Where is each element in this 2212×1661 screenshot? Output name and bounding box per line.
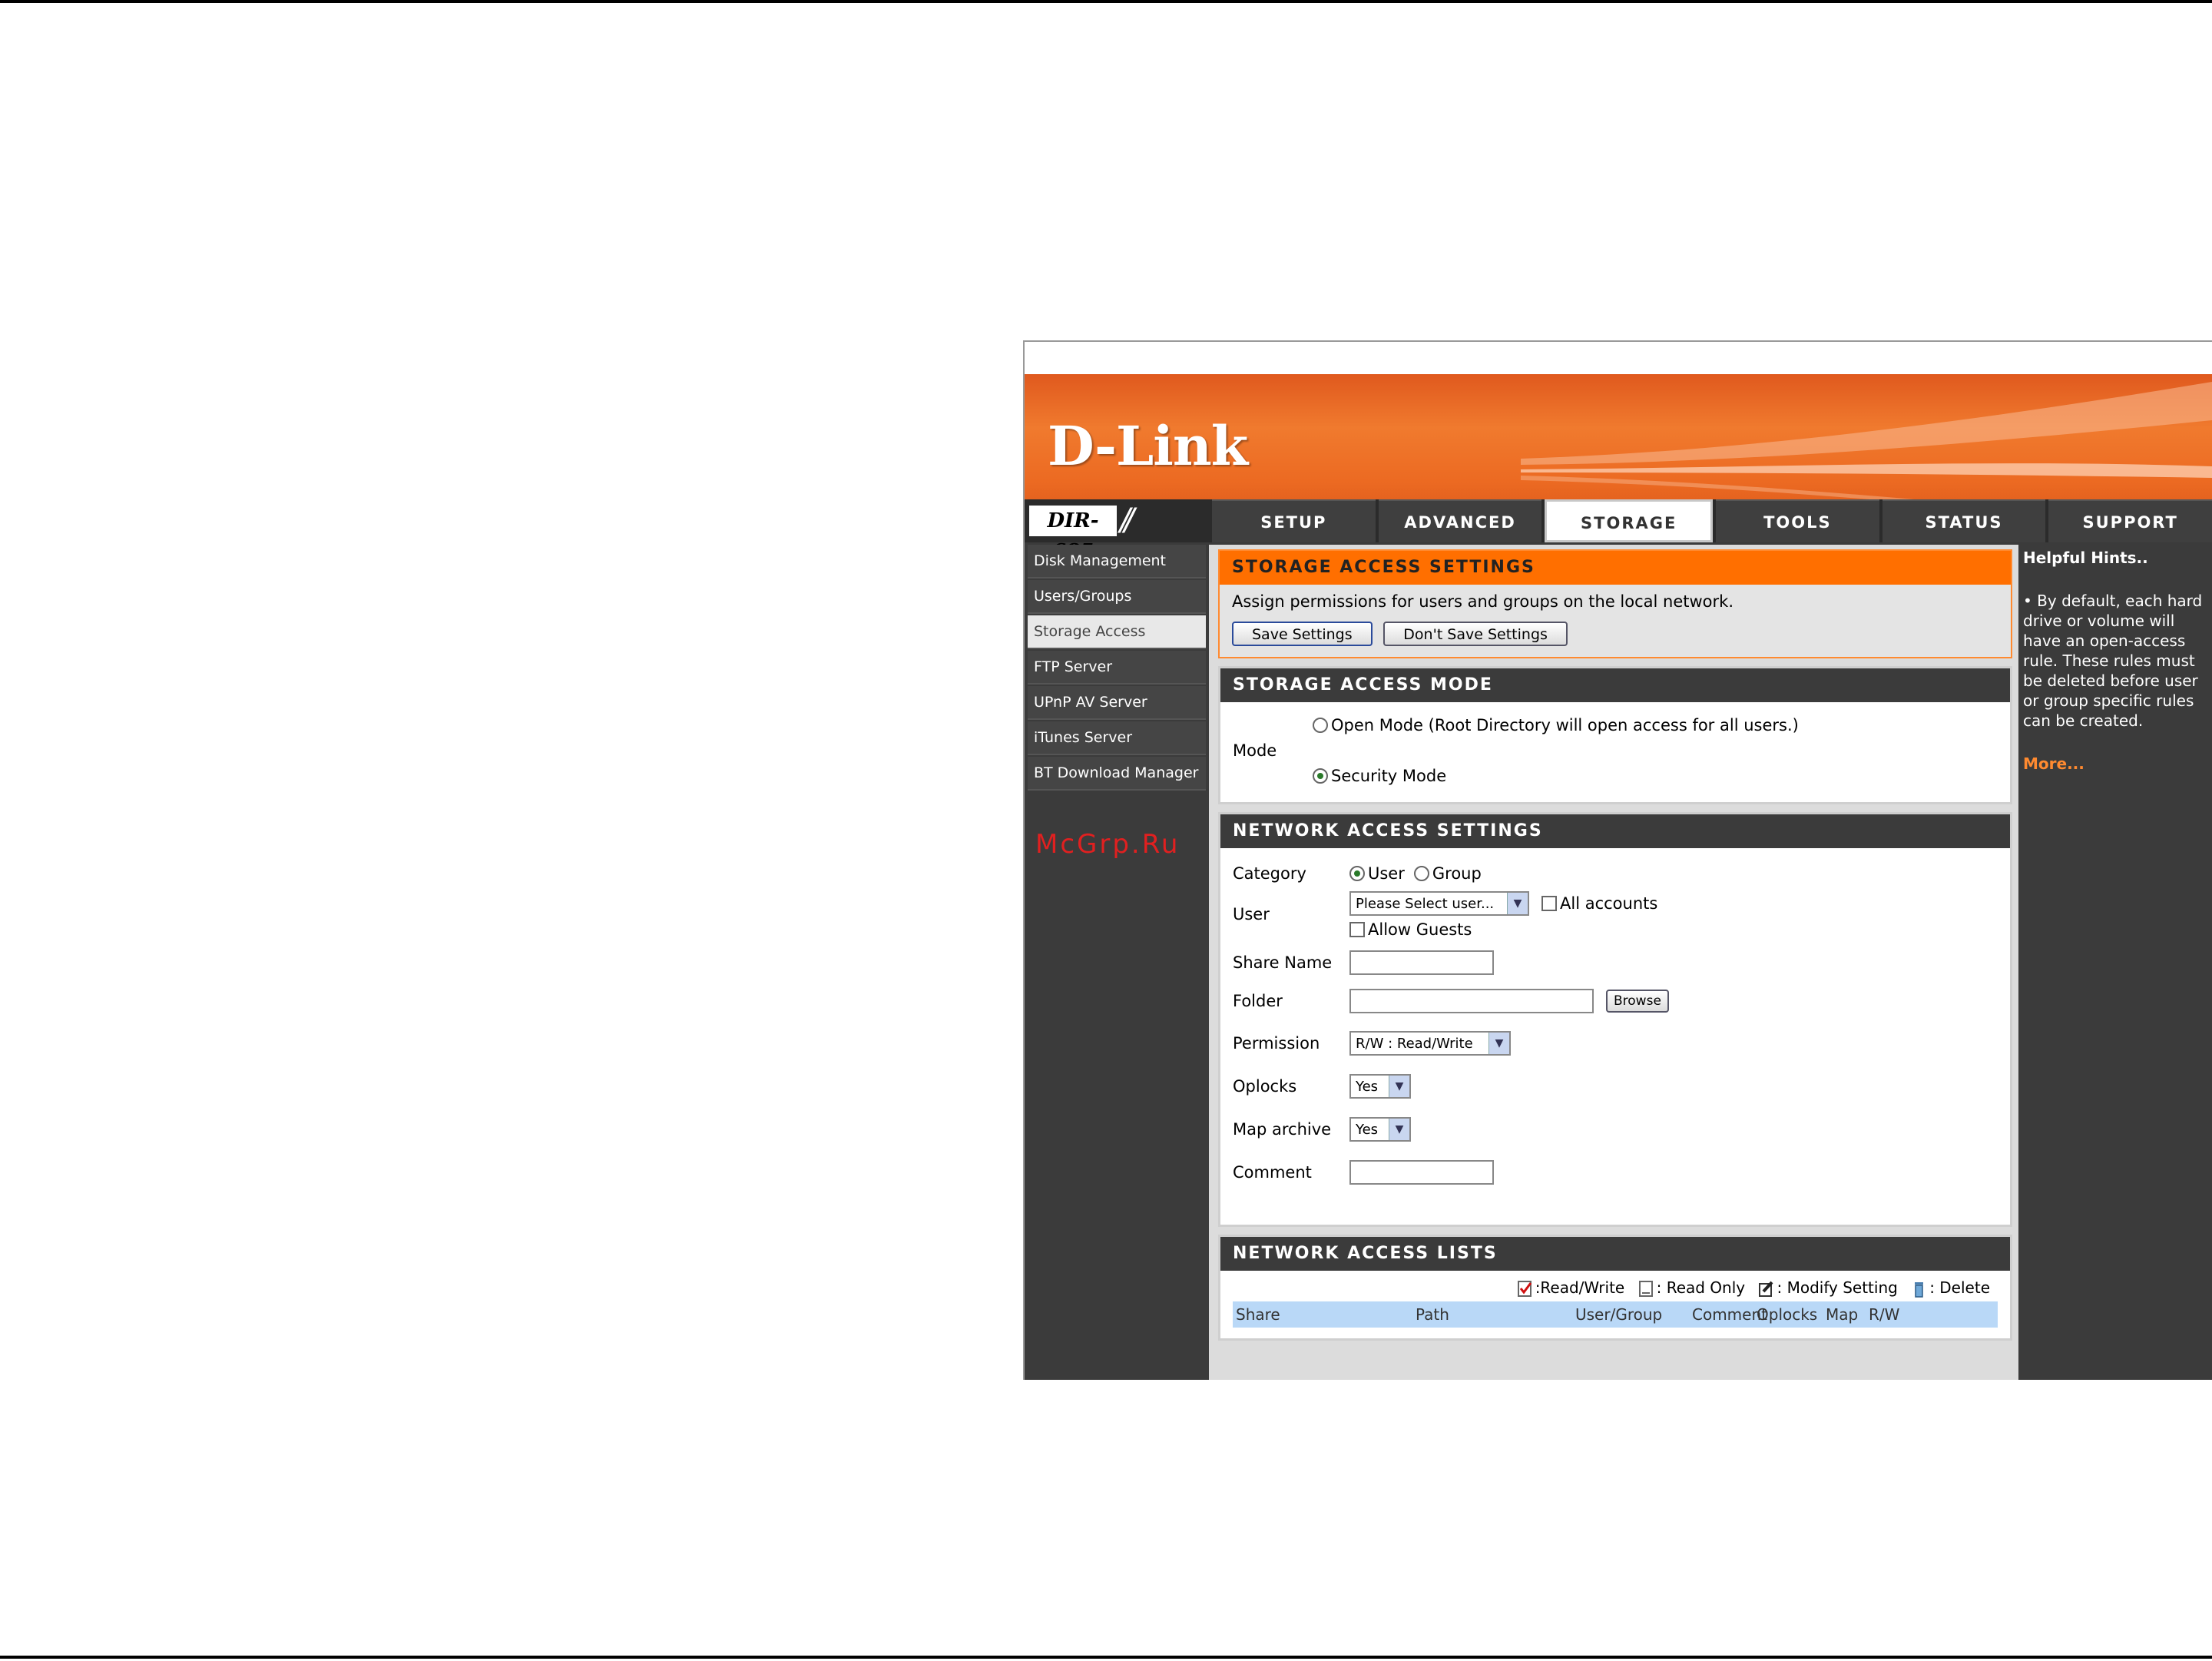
permission-select[interactable]: R/W : Read/Write ▼ [1349, 1031, 1511, 1056]
map-archive-label: Map archive [1233, 1120, 1332, 1139]
folder-label: Folder [1233, 992, 1283, 1010]
column-user-group: User/Group [1575, 1305, 1663, 1324]
comment-label: Comment [1233, 1163, 1312, 1182]
category-label: Category [1233, 864, 1306, 883]
chevron-down-icon: ▼ [1389, 1119, 1409, 1140]
storage-access-settings-section: STORAGE ACCESS SETTINGS Assign permissio… [1218, 549, 2012, 658]
comment-input[interactable] [1349, 1160, 1494, 1185]
open-mode-label: Open Mode (Root Directory will open acce… [1331, 716, 1799, 734]
chevron-down-icon: ▼ [1507, 893, 1528, 914]
oplocks-row: Oplocks Yes ▼ [1233, 1065, 1998, 1108]
watermark: McGrp.Ru [1035, 829, 1181, 860]
all-accounts-label: All accounts [1560, 894, 1658, 913]
bottom-rule [0, 1656, 2212, 1659]
tab-advanced[interactable]: ADVANCED [1378, 499, 1542, 542]
permission-row: Permission R/W : Read/Write ▼ [1233, 1022, 1998, 1065]
chevron-down-icon: ▼ [1389, 1076, 1409, 1097]
all-accounts-checkbox[interactable] [1541, 896, 1557, 911]
column-share: Share [1236, 1305, 1280, 1324]
sidebar-item-storage-access[interactable]: Storage Access [1028, 615, 1206, 649]
category-group-label: Group [1432, 864, 1482, 883]
section-title: NETWORK ACCESS SETTINGS [1220, 814, 2010, 848]
column-path: Path [1416, 1305, 1449, 1324]
permission-label: Permission [1233, 1034, 1320, 1053]
section-title: NETWORK ACCESS LISTS [1220, 1237, 2010, 1271]
column-rw: R/W [1869, 1305, 1900, 1324]
section-title: STORAGE ACCESS MODE [1220, 668, 2010, 702]
oplocks-select[interactable]: Yes ▼ [1349, 1074, 1411, 1099]
folder-input[interactable] [1349, 989, 1594, 1013]
oplocks-label: Oplocks [1233, 1077, 1297, 1096]
user-label: User [1233, 905, 1270, 923]
allow-guests-checkbox[interactable] [1349, 922, 1365, 937]
list-legend: :Read/Write : Read Only : Modify Setting… [1233, 1274, 1998, 1301]
share-name-input[interactable] [1349, 950, 1494, 975]
main-content: STORAGE ACCESS SETTINGS Assign permissio… [1209, 545, 2018, 1380]
chevron-down-icon: ▼ [1488, 1033, 1509, 1054]
open-mode-radio[interactable] [1313, 718, 1328, 733]
sidebar-item-itunes-server[interactable]: iTunes Server [1028, 721, 1206, 755]
category-group-radio[interactable] [1413, 866, 1429, 881]
storage-access-mode-section: STORAGE ACCESS MODE Mode Open Mode (Root… [1218, 666, 2012, 804]
category-user-radio[interactable] [1349, 866, 1365, 881]
router-admin-window: D-Link DIR-685 // SETUP ADVANCED STORAGE… [1023, 340, 2212, 1380]
read-only-icon [1638, 1280, 1653, 1297]
top-rule [0, 0, 2212, 3]
share-name-row: Share Name [1233, 945, 1998, 980]
security-mode-label: Security Mode [1331, 767, 1447, 785]
read-write-icon [1517, 1280, 1532, 1297]
network-access-settings-section: NETWORK ACCESS SETTINGS Category User Gr… [1218, 812, 2012, 1227]
user-select[interactable]: Please Select user... ▼ [1349, 891, 1529, 916]
folder-row: Folder Browse [1233, 980, 1998, 1022]
security-mode-radio[interactable] [1313, 768, 1328, 784]
top-nav: DIR-685 // SETUP ADVANCED STORAGE TOOLS … [1025, 499, 2212, 563]
category-row: Category User Group [1233, 856, 1998, 891]
network-access-lists-section: NETWORK ACCESS LISTS :Read/Write : Read … [1218, 1235, 2012, 1341]
left-sidebar: Disk Management Users/Groups Storage Acc… [1025, 545, 1209, 1380]
delete-icon [1915, 1281, 1924, 1298]
section-description: Assign permissions for users and groups … [1232, 592, 1734, 611]
map-archive-row: Map archive Yes ▼ [1233, 1108, 1998, 1151]
hints-title: Helpful Hints.. [2023, 549, 2148, 567]
hints-text: • By default, each hard drive or volume … [2023, 592, 2203, 730]
user-row: User Please Select user... ▼ All account… [1233, 891, 1998, 945]
tab-support[interactable]: SUPPORT [2048, 499, 2212, 542]
tab-storage[interactable]: STORAGE [1545, 499, 1714, 542]
column-oplocks: Oplocks [1757, 1305, 1818, 1324]
tab-tools[interactable]: TOOLS [1716, 499, 1879, 542]
dlink-logo: D-Link [1048, 414, 1248, 478]
sidebar-item-upnp-av-server[interactable]: UPnP AV Server [1028, 686, 1206, 720]
column-map: Map [1826, 1305, 1859, 1324]
sidebar-item-users-groups[interactable]: Users/Groups [1028, 580, 1206, 614]
slash-icon: // [1120, 502, 1134, 538]
model-badge: DIR-685 // [1025, 499, 1209, 563]
category-user-label: User [1368, 864, 1405, 883]
dont-save-settings-button[interactable]: Don't Save Settings [1383, 622, 1568, 646]
section-title: STORAGE ACCESS SETTINGS [1220, 551, 2011, 585]
mode-label: Mode [1233, 741, 1277, 760]
tab-setup[interactable]: SETUP [1212, 499, 1376, 542]
browse-button[interactable]: Browse [1606, 990, 1669, 1013]
map-archive-select[interactable]: Yes ▼ [1349, 1117, 1411, 1142]
modify-setting-icon [1759, 1281, 1773, 1297]
more-link[interactable]: More... [2023, 754, 2210, 774]
sidebar-item-bt-download-manager[interactable]: BT Download Manager [1028, 757, 1206, 791]
helpful-hints-panel: Helpful Hints.. • By default, each hard … [2018, 545, 2212, 1380]
comment-row: Comment [1233, 1151, 1998, 1194]
save-settings-button[interactable]: Save Settings [1232, 622, 1373, 646]
share-name-label: Share Name [1233, 953, 1333, 972]
column-comment: Comment [1692, 1305, 1767, 1324]
allow-guests-label: Allow Guests [1368, 920, 1472, 939]
sidebar-item-ftp-server[interactable]: FTP Server [1028, 651, 1206, 685]
sidebar-item-disk-management[interactable]: Disk Management [1028, 545, 1206, 579]
model-name: DIR-685 [1029, 506, 1117, 563]
access-list-header: Share Path User/Group Comment Oplocks Ma… [1233, 1301, 1998, 1328]
tab-status[interactable]: STATUS [1882, 499, 2046, 542]
